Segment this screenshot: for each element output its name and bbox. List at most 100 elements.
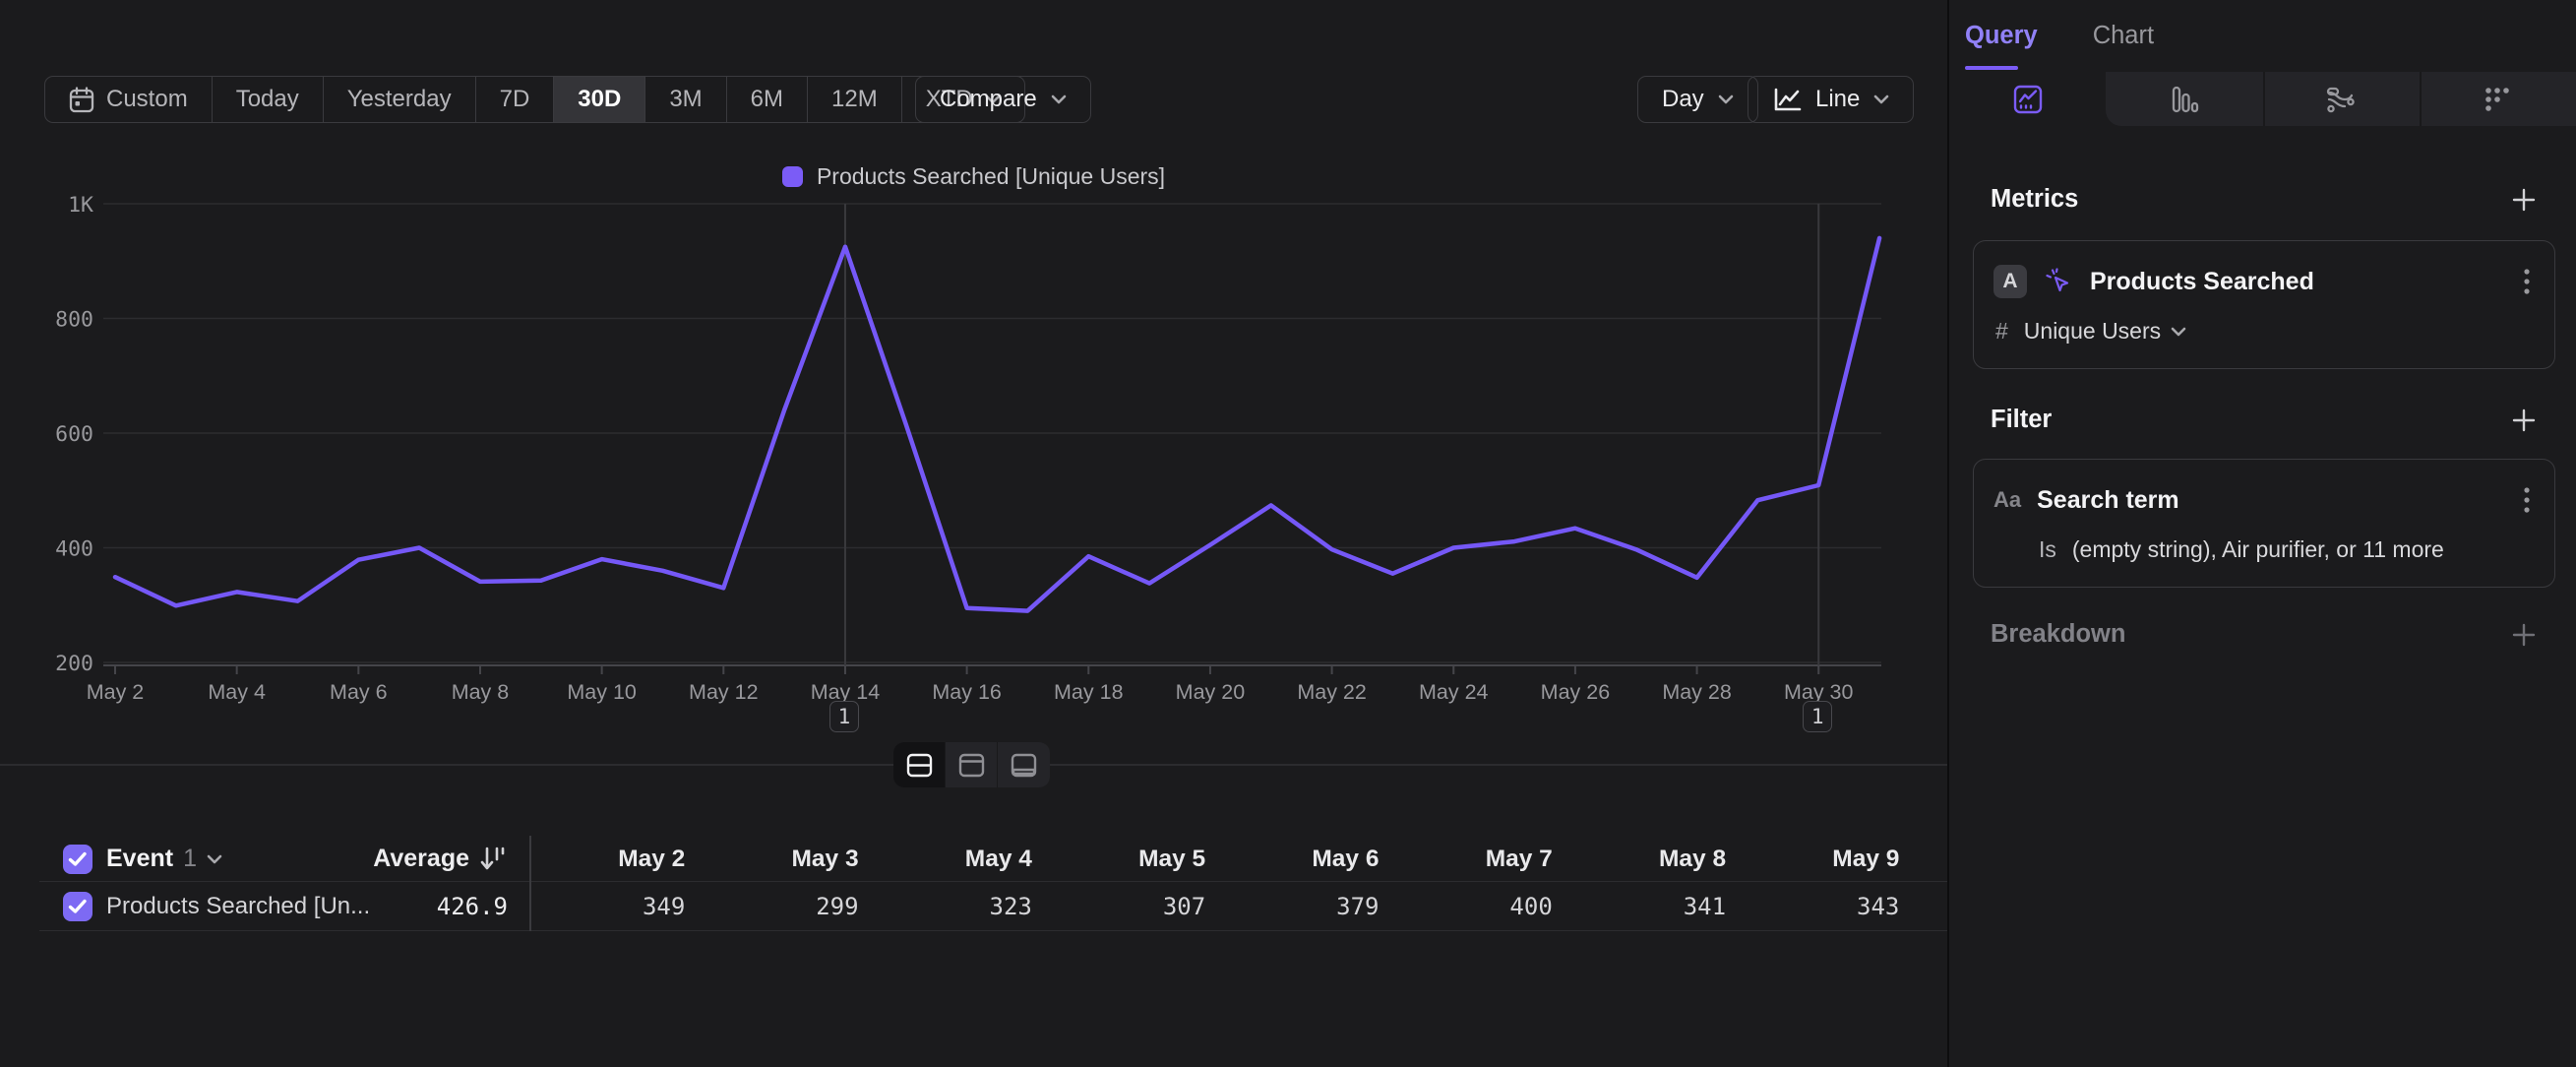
range-button-today[interactable]: Today	[213, 77, 324, 122]
average-column-header[interactable]: Average	[373, 845, 505, 873]
tab-flows[interactable]	[2263, 72, 2420, 126]
check-icon	[68, 851, 88, 867]
row-event-label: Products Searched [Un...	[106, 893, 370, 920]
metrics-section-header: Metrics	[1991, 185, 2537, 214]
chart-legend[interactable]: Products Searched [Unique Users]	[0, 163, 1947, 190]
measure-type-icon: #	[1995, 318, 2008, 345]
range-button-yesterday[interactable]: Yesterday	[324, 77, 476, 122]
tab-query[interactable]: Query	[1965, 22, 2038, 50]
filter-value[interactable]: (empty string), Air purifier, or 11 more	[2072, 536, 2444, 563]
range-button-30d[interactable]: 30D	[554, 77, 645, 122]
chart-only-view-button[interactable]	[946, 742, 998, 787]
range-label: 7D	[500, 86, 530, 113]
insights-icon	[2013, 85, 2043, 114]
average-header-label: Average	[373, 845, 469, 873]
range-button-12m[interactable]: 12M	[808, 77, 902, 122]
data-table: Event 1 Average May 2May 3May 4May 5May …	[0, 836, 1947, 931]
x-tick-label: May 24	[1419, 680, 1489, 704]
range-button-3m[interactable]: 3M	[645, 77, 726, 122]
annotation-badge[interactable]: 1	[1803, 701, 1832, 732]
y-tick-label: 200	[55, 652, 93, 676]
x-tick-label: May 4	[208, 680, 266, 704]
x-tick-label: May 2	[87, 680, 145, 704]
chart-toolbar: CustomTodayYesterday7D30D3M6M12MXTD Comp…	[0, 76, 1947, 123]
breakdown-title: Breakdown	[1991, 620, 2125, 649]
range-button-custom[interactable]: Custom	[45, 77, 213, 122]
chevron-down-icon[interactable]	[207, 854, 222, 864]
app-root: 2004006008001KMay 2May 4May 6May 8May 10…	[0, 0, 2576, 1067]
add-filter-button[interactable]	[2511, 408, 2537, 433]
table-row[interactable]: Products Searched [Un... 426.9 349299323…	[0, 882, 1947, 931]
y-tick-label: 800	[55, 308, 93, 333]
range-button-7d[interactable]: 7D	[476, 77, 555, 122]
chart-type-label: Line	[1815, 86, 1860, 113]
chevron-down-icon	[1718, 94, 1734, 104]
check-icon	[68, 899, 88, 914]
filter-options-kebab[interactable]	[2519, 481, 2535, 519]
table-header-row: Event 1 Average May 2May 3May 4May 5May …	[0, 836, 1947, 882]
row-checkbox[interactable]	[63, 892, 92, 921]
add-metric-button[interactable]	[2511, 187, 2537, 213]
filter-card[interactable]: Aa Search term Is (empty string), Air pu…	[1973, 459, 2555, 588]
x-tick-label: May 16	[932, 680, 1002, 704]
string-property-icon: Aa	[1993, 487, 2021, 513]
filter-title: Filter	[1991, 406, 2052, 434]
plus-icon	[2511, 408, 2537, 433]
date-column-header: May 7	[1396, 846, 1569, 873]
line-chart-icon	[1772, 87, 1802, 113]
date-header-columns: May 2May 3May 4May 5May 6May 7May 8May 9	[529, 836, 1917, 882]
chart-type-tab-strip	[1949, 72, 2576, 126]
cell-value: 343	[1744, 893, 1917, 920]
tab-insights[interactable]	[1949, 72, 2106, 126]
date-column-header: May 2	[529, 846, 703, 873]
row-average-value: 426.9	[437, 893, 508, 920]
date-column-header: May 6	[1223, 846, 1396, 873]
measure-dropdown[interactable]: Unique Users	[2024, 318, 2186, 345]
range-button-6m[interactable]: 6M	[727, 77, 808, 122]
select-all-checkbox[interactable]	[63, 845, 92, 874]
x-tick-label: May 28	[1662, 680, 1732, 704]
filter-property-name: Search term	[2037, 486, 2503, 515]
x-tick-label: May 22	[1297, 680, 1367, 704]
x-tick-label: May 26	[1541, 680, 1611, 704]
date-range-segmented-control: CustomTodayYesterday7D30D3M6M12MXTD	[44, 76, 1025, 123]
metric-card[interactable]: A Products Searched # Unique Users	[1973, 240, 2555, 369]
metric-name: Products Searched	[2090, 268, 2503, 296]
date-value-columns: 349299323307379400341343	[529, 882, 1917, 931]
x-tick-label: May 12	[689, 680, 759, 704]
filter-operator[interactable]: Is	[2039, 536, 2056, 563]
add-breakdown-button[interactable]	[2511, 622, 2537, 648]
kebab-icon	[2523, 267, 2531, 296]
table-column-divider	[529, 836, 531, 931]
x-tick-label: May 6	[330, 680, 388, 704]
plus-icon	[2511, 187, 2537, 213]
range-label: 30D	[578, 86, 621, 113]
x-tick-label: May 8	[452, 680, 510, 704]
table-only-view-button[interactable]	[998, 742, 1050, 787]
date-column-header: May 3	[703, 846, 876, 873]
chevron-down-icon	[2171, 327, 2186, 337]
cell-value: 349	[529, 893, 703, 920]
tab-retention[interactable]	[2420, 72, 2576, 126]
split-view-button[interactable]	[893, 742, 946, 787]
compare-button[interactable]: Compare	[915, 76, 1091, 123]
granularity-button[interactable]: Day	[1637, 76, 1758, 123]
filter-section-header: Filter	[1991, 406, 2537, 434]
compare-label: Compare	[940, 86, 1037, 113]
split-view-icon	[906, 753, 933, 778]
main-content: 2004006008001KMay 2May 4May 6May 8May 10…	[0, 0, 1947, 1067]
cell-value: 299	[703, 893, 876, 920]
x-tick-label: May 20	[1176, 680, 1246, 704]
y-tick-label: 400	[55, 537, 93, 562]
tab-funnels[interactable]	[2106, 72, 2262, 126]
range-label: Today	[236, 86, 299, 113]
metric-options-kebab[interactable]	[2519, 263, 2535, 300]
range-label: Custom	[106, 86, 188, 113]
range-label: Yesterday	[347, 86, 452, 113]
tab-chart[interactable]: Chart	[2093, 22, 2154, 50]
chart-type-button[interactable]: Line	[1748, 76, 1914, 123]
date-column-header: May 8	[1570, 846, 1744, 873]
annotation-badge[interactable]: 1	[829, 701, 859, 732]
x-tick-label: May 10	[567, 680, 637, 704]
measure-label: Unique Users	[2024, 318, 2161, 345]
